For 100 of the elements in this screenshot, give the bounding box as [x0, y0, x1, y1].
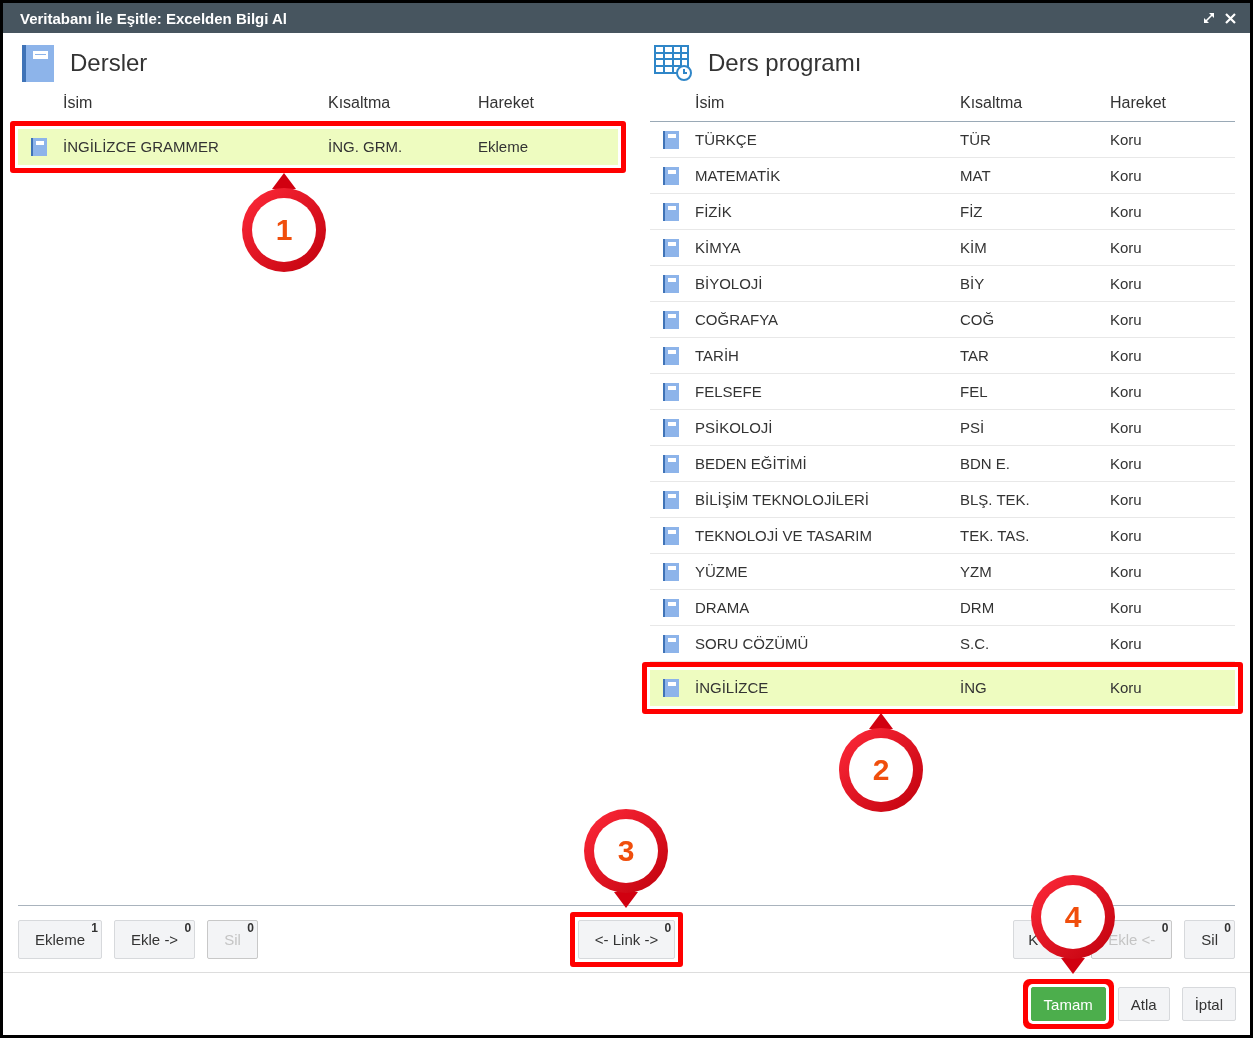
- course-abbreviation: TAR: [959, 347, 990, 364]
- book-icon: [22, 44, 54, 82]
- course-name: İNGİLİZCE: [694, 679, 770, 696]
- column-header: Kısaltma: [327, 94, 392, 112]
- action-text: Koru: [1109, 311, 1143, 328]
- table-row[interactable]: İNGİLİZCE İNG Koru: [650, 670, 1235, 706]
- table-row[interactable]: KİMYA KİM Koru: [650, 230, 1235, 266]
- column-header: Hareket: [477, 94, 536, 112]
- course-name: FELSEFE: [694, 383, 763, 400]
- course-abbreviation: COĞ: [959, 311, 996, 328]
- book-icon: [663, 382, 679, 401]
- book-icon: [663, 562, 679, 581]
- action-text: Koru: [1109, 203, 1143, 220]
- action-text: Koru: [1109, 347, 1143, 364]
- dialog-button[interactable]: Atla: [1117, 987, 1170, 1021]
- action-text: Koru: [1109, 527, 1143, 544]
- course-abbreviation: DRM: [959, 599, 996, 616]
- count-label: 0: [184, 920, 192, 935]
- action-text: Koru: [1109, 167, 1143, 184]
- close-icon[interactable]: [1225, 12, 1236, 24]
- course-name: YÜZME: [694, 563, 749, 580]
- count-label: 0: [664, 920, 672, 935]
- book-icon: [663, 634, 679, 653]
- book-icon: [31, 137, 47, 156]
- count-label: 0: [247, 920, 254, 935]
- course-name: BEDEN EĞİTİMİ: [694, 455, 808, 472]
- table-row[interactable]: TEKNOLOJİ VE TASARIM TEK. TAS. Koru: [650, 518, 1235, 554]
- course-name: SORU CÖZÜMÜ: [694, 635, 810, 652]
- table-row[interactable]: DRAMA DRM Koru: [650, 590, 1235, 626]
- panel-title: Ders programı: [708, 49, 862, 77]
- table-row[interactable]: TÜRKÇE TÜR Koru: [650, 122, 1235, 158]
- action-text: Koru: [1109, 491, 1143, 508]
- course-name: BİYOLOJİ: [694, 275, 764, 292]
- table-row[interactable]: PSİKOLOJİ PSİ Koru: [650, 410, 1235, 446]
- course-abbreviation: İNG. GRM.: [327, 138, 404, 155]
- course-abbreviation: BDN E.: [959, 455, 1011, 472]
- column-header: İsim: [694, 94, 726, 112]
- toolbar-button[interactable]: Ekleme 1: [18, 919, 103, 959]
- table-row[interactable]: İNGİLİZCE GRAMMER İNG. GRM. Ekleme: [18, 129, 618, 165]
- book-icon: [663, 166, 679, 185]
- table-row[interactable]: BİLİŞİM TEKNOLOJİLERİ BLŞ. TEK. Koru: [650, 482, 1235, 518]
- panel-title: Dersler: [70, 49, 148, 77]
- course-name: İNGİLİZCE GRAMMER: [62, 138, 220, 155]
- action-text: Koru: [1109, 419, 1143, 436]
- count-label: 1: [91, 920, 99, 935]
- course-abbreviation: KİM: [959, 239, 988, 256]
- count-label: 0: [1161, 920, 1169, 935]
- course-name: TÜRKÇE: [694, 131, 758, 148]
- book-icon: [663, 310, 679, 329]
- action-text: Koru: [1109, 275, 1143, 292]
- course-abbreviation: BLŞ. TEK.: [959, 491, 1031, 508]
- table-row[interactable]: TARİH TAR Koru: [650, 338, 1235, 374]
- course-abbreviation: MAT: [959, 167, 992, 184]
- course-abbreviation: FEL: [959, 383, 989, 400]
- toolbar-button[interactable]: Sil 0: [1184, 919, 1235, 959]
- toolbar-button[interactable]: Ekle -> 0: [114, 919, 196, 959]
- book-icon: [663, 130, 679, 149]
- course-name: TARİH: [694, 347, 740, 364]
- dialog-button[interactable]: İptal: [1181, 987, 1236, 1021]
- course-name: KİMYA: [694, 239, 742, 256]
- course-abbreviation: FİZ: [959, 203, 984, 220]
- book-icon: [663, 678, 679, 697]
- table-row[interactable]: BEDEN EĞİTİMİ BDN E. Koru: [650, 446, 1235, 482]
- action-text: Koru: [1109, 563, 1143, 580]
- course-abbreviation: S.C.: [959, 635, 991, 652]
- course-abbreviation: BİY: [959, 275, 986, 292]
- course-name: PSİKOLOJİ: [694, 419, 774, 436]
- column-header: Hareket: [1109, 94, 1168, 112]
- table-row[interactable]: SORU CÖZÜMÜ S.C. Koru: [650, 626, 1235, 662]
- course-name: DRAMA: [694, 599, 751, 616]
- action-text: Koru: [1109, 455, 1143, 472]
- book-icon: [663, 346, 679, 365]
- book-icon: [663, 526, 679, 545]
- table-row[interactable]: MATEMATİK MAT Koru: [650, 158, 1235, 194]
- course-name: TEKNOLOJİ VE TASARIM: [694, 527, 873, 544]
- book-icon: [663, 202, 679, 221]
- expand-icon[interactable]: [1203, 12, 1215, 24]
- action-text: Koru: [1109, 635, 1143, 652]
- book-icon: [663, 490, 679, 509]
- action-text: Koru: [1109, 599, 1143, 616]
- toolbar-button[interactable]: <- Link -> 0: [577, 919, 676, 959]
- table-row[interactable]: COĞRAFYA COĞ Koru: [650, 302, 1235, 338]
- table-row[interactable]: BİYOLOJİ BİY Koru: [650, 266, 1235, 302]
- table-row[interactable]: FELSEFE FEL Koru: [650, 374, 1235, 410]
- book-icon: [663, 418, 679, 437]
- window-title: Veritabanı İle Eşitle: Excelden Bilgi Al: [20, 9, 289, 27]
- table-row[interactable]: FİZİK FİZ Koru: [650, 194, 1235, 230]
- table-row[interactable]: YÜZME YZM Koru: [650, 554, 1235, 590]
- book-icon: [663, 238, 679, 257]
- course-name: MATEMATİK: [694, 167, 782, 184]
- book-icon: [663, 598, 679, 617]
- course-name: BİLİŞİM TEKNOLOJİLERİ: [694, 491, 870, 508]
- column-header: Kısaltma: [959, 94, 1024, 112]
- course-abbreviation: İNG: [959, 679, 988, 696]
- course-abbreviation: TÜR: [959, 131, 992, 148]
- book-icon: [663, 454, 679, 473]
- count-label: 0: [1224, 920, 1231, 935]
- action-text: Koru: [1109, 383, 1143, 400]
- action-text: Ekleme: [477, 138, 530, 155]
- book-icon: [663, 274, 679, 293]
